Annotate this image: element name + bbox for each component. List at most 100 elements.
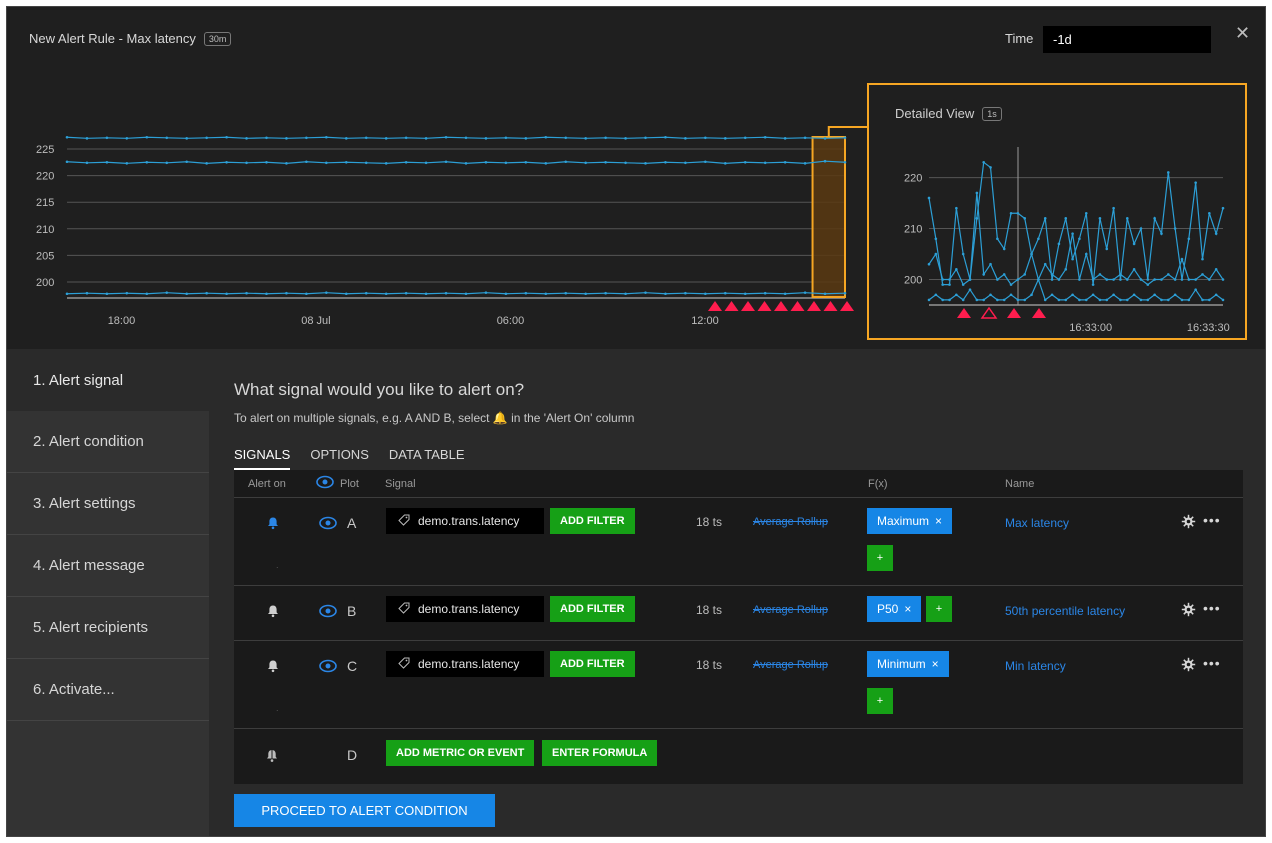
detail-series-line-0 (928, 161, 1224, 286)
remove-icon[interactable]: × (932, 657, 939, 671)
series-point (604, 291, 607, 295)
series-point (265, 136, 268, 140)
series-point (65, 135, 69, 139)
multi-alert-bell-icon[interactable] (264, 748, 278, 762)
step-alert-condition[interactable]: 2. Alert condition (7, 411, 209, 473)
series-point (344, 160, 348, 164)
series-point (724, 137, 727, 140)
step-alert-message[interactable]: 4. Alert message (7, 535, 209, 597)
detail-series-point (1050, 273, 1054, 276)
signal-input[interactable]: demo.trans.latency (386, 508, 544, 534)
rollup-link[interactable]: Average Rollup (753, 516, 828, 528)
step-alert-recipients[interactable]: 5. Alert recipients (7, 597, 209, 659)
more-icon[interactable]: ••• (1203, 600, 1221, 616)
plot-eye-icon[interactable] (319, 516, 337, 535)
enter-formula-button[interactable]: ENTER FORMULA (542, 740, 658, 766)
series-point (544, 135, 548, 139)
col-plot: Plot (340, 478, 359, 490)
tab-signals[interactable]: SIGNALS (234, 447, 291, 471)
add-filter-button[interactable]: ADD FILTER (550, 596, 635, 622)
series-point (285, 291, 288, 295)
add-function-button[interactable]: + (926, 596, 952, 622)
series-point (424, 137, 428, 140)
detail-series-point (1043, 262, 1047, 266)
step-activate[interactable]: 6. Activate... (7, 659, 209, 721)
detail-series-point (1167, 171, 1170, 174)
y-tick-label: 200 (36, 277, 54, 289)
detail-series-point (1139, 227, 1143, 230)
gear-icon[interactable] (1181, 514, 1196, 532)
step-label: 6. Activate... (33, 681, 115, 698)
detail-series-point (1071, 293, 1074, 297)
remove-icon[interactable]: × (935, 514, 942, 528)
rollup-link[interactable]: Average Rollup (753, 604, 828, 616)
detail-series-point (1016, 211, 1020, 215)
time-range-input[interactable] (1043, 26, 1211, 53)
series-point (384, 292, 388, 296)
plot-header-eye-icon[interactable] (316, 475, 334, 492)
detail-series-point (1208, 298, 1211, 302)
detail-series-point (1078, 278, 1081, 281)
detail-series-point (1112, 293, 1115, 297)
detail-series-point (989, 262, 992, 266)
series-point (564, 160, 568, 164)
fx-chip[interactable]: Minimum × (867, 651, 949, 677)
detail-series-point (1146, 278, 1150, 281)
series-point (823, 159, 827, 163)
detail-series-point (1194, 181, 1197, 184)
more-icon[interactable]: ••• (1203, 655, 1221, 671)
detail-series-point (1153, 293, 1156, 297)
bell-icon[interactable] (266, 604, 280, 618)
add-filter-button[interactable]: ADD FILTER (550, 508, 635, 534)
tab-options[interactable]: OPTIONS (310, 447, 369, 471)
detail-series-point (1084, 252, 1088, 256)
fx-chip[interactable]: Maximum × (867, 508, 953, 534)
series-point (384, 162, 388, 165)
rollup-link[interactable]: Average Rollup (753, 659, 828, 671)
detail-series-point (989, 166, 992, 169)
add-function-button[interactable]: + (867, 545, 893, 571)
detail-series-point (1064, 268, 1068, 271)
series-point (325, 291, 328, 294)
more-icon[interactable]: ••• (1203, 512, 1221, 528)
plot-eye-icon[interactable] (319, 659, 337, 678)
signal-display-name[interactable]: Min latency (1005, 659, 1066, 673)
step-alert-signal[interactable]: 1. Alert signal (7, 349, 209, 411)
plot-eye-icon[interactable] (319, 604, 337, 623)
detail-series-point (1132, 293, 1136, 297)
step-alert-settings[interactable]: 3. Alert settings (7, 473, 209, 535)
remove-icon[interactable]: × (904, 602, 911, 616)
detail-series-point (1125, 278, 1129, 281)
series-point (185, 292, 188, 296)
signal-display-name[interactable]: 50th percentile latency (1005, 604, 1125, 618)
detail-series-point (941, 298, 944, 302)
gear-icon[interactable] (1181, 657, 1196, 675)
panel-subtitle: To alert on multiple signals, e.g. A AND… (234, 411, 635, 425)
detail-series-point (1160, 278, 1163, 281)
signal-input[interactable]: demo.trans.latency (386, 651, 544, 677)
detail-series-point (1091, 293, 1095, 297)
series-point (584, 292, 587, 296)
signal-input[interactable]: demo.trans.latency (386, 596, 544, 622)
detail-series-point (1173, 293, 1177, 297)
series-point (245, 161, 248, 165)
step-label: 2. Alert condition (33, 433, 144, 450)
bell-icon[interactable] (266, 659, 280, 673)
alert-marker (980, 306, 998, 319)
detail-series-line-2 (928, 277, 1224, 301)
series-point (305, 292, 308, 296)
close-icon[interactable]: ✕ (1235, 23, 1250, 44)
proceed-button[interactable]: PROCEED TO ALERT CONDITION (234, 794, 495, 827)
add-function-button[interactable]: + (867, 688, 893, 714)
series-point (544, 292, 548, 296)
bell-icon[interactable] (266, 516, 280, 530)
gear-icon[interactable] (1181, 602, 1196, 620)
add-metric-button[interactable]: ADD METRIC OR EVENT (386, 740, 535, 766)
col-fx: F(x) (868, 478, 888, 490)
fx-chip[interactable]: P50 × (867, 596, 922, 622)
series-point (664, 135, 667, 139)
signal-name: demo.trans.latency (418, 657, 520, 671)
tab-data-table[interactable]: DATA TABLE (389, 447, 465, 471)
signal-display-name[interactable]: Max latency (1005, 516, 1069, 530)
add-filter-button[interactable]: ADD FILTER (550, 651, 635, 677)
